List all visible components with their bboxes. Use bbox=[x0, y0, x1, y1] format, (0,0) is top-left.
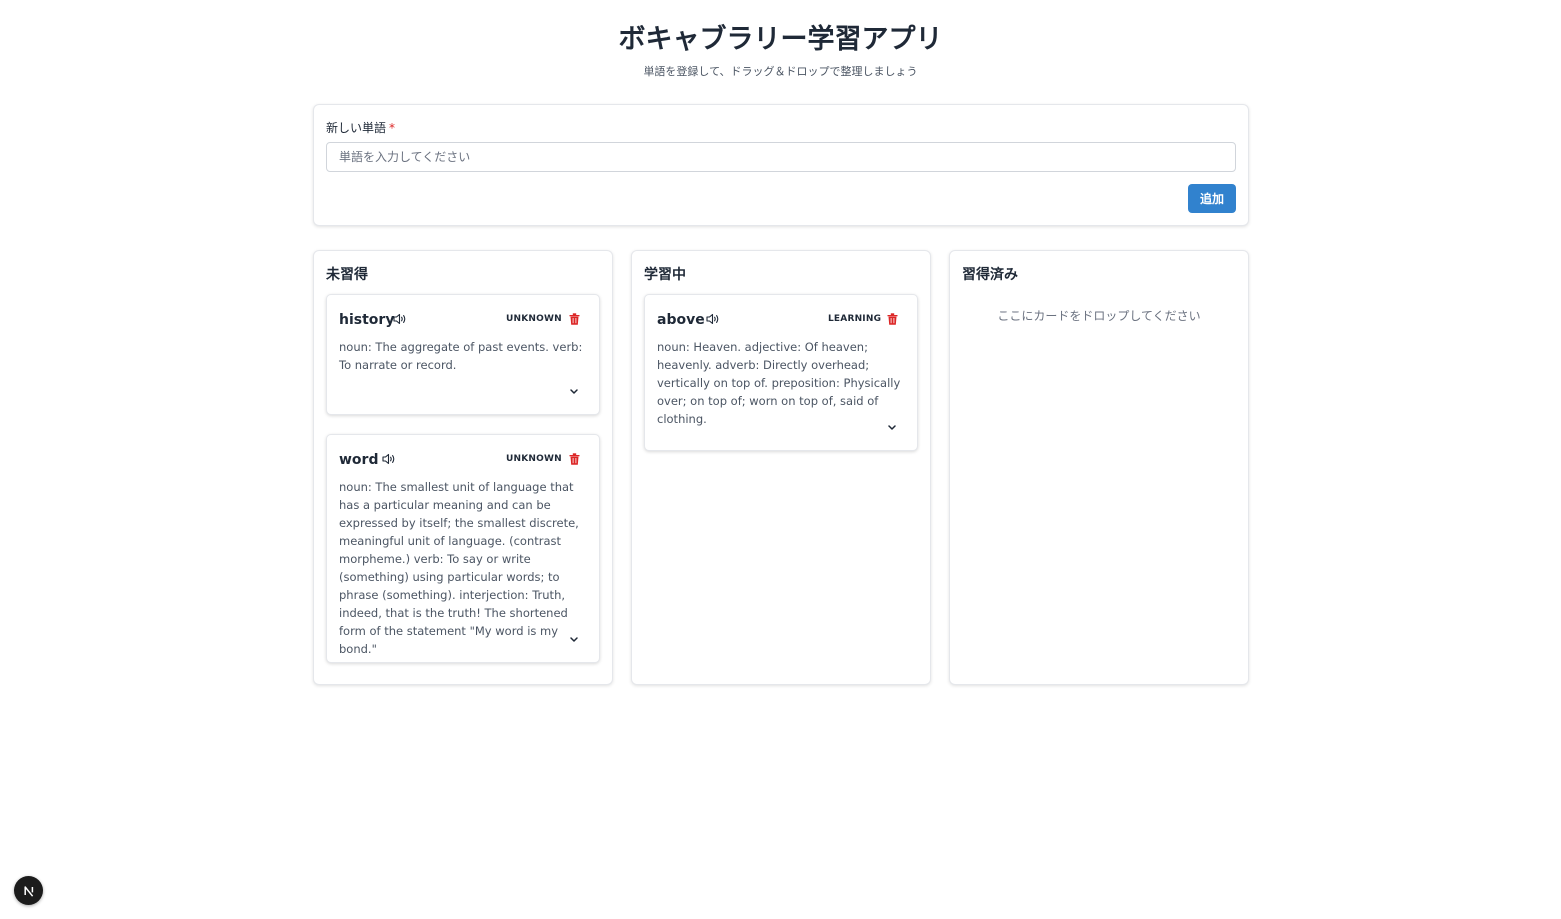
card-definition: noun: The smallest unit of language that… bbox=[339, 480, 579, 656]
word-card[interactable]: above LEARNING noun: Heaven. adjective: … bbox=[644, 294, 918, 451]
trash-icon[interactable] bbox=[569, 313, 580, 325]
new-word-label-text: 新しい単語 bbox=[326, 121, 387, 135]
status-badge: UNKNOWN bbox=[506, 454, 562, 464]
speaker-icon[interactable] bbox=[706, 313, 720, 325]
chevron-down-icon[interactable] bbox=[569, 388, 579, 395]
trash-icon[interactable] bbox=[569, 453, 580, 465]
column-unknown[interactable]: 未習得 history UNKNOWN noun: The aggregate … bbox=[313, 250, 613, 685]
column-title: 習得済み bbox=[962, 267, 1018, 283]
drop-zone-hint: ここにカードをドロップしてください bbox=[997, 309, 1201, 323]
speaker-icon[interactable] bbox=[393, 313, 407, 325]
column-learned[interactable]: 習得済み ここにカードをドロップしてください bbox=[949, 250, 1249, 685]
nextjs-logo-icon[interactable] bbox=[14, 876, 43, 905]
column-title: 未習得 bbox=[326, 267, 368, 283]
new-word-label: 新しい単語 * bbox=[326, 119, 395, 136]
word-card[interactable]: history UNKNOWN noun: The aggregate of p… bbox=[326, 294, 600, 415]
add-word-form: 新しい単語* 追加 bbox=[313, 104, 1249, 226]
required-mark: * bbox=[389, 121, 396, 135]
chevron-down-icon[interactable] bbox=[569, 636, 579, 643]
column-title: 学習中 bbox=[644, 267, 686, 283]
trash-icon[interactable] bbox=[887, 313, 898, 325]
card-word: history bbox=[339, 312, 395, 328]
chevron-down-icon[interactable] bbox=[887, 424, 897, 431]
new-word-input[interactable] bbox=[326, 142, 1236, 172]
card-definition: noun: Heaven. adjective: Of heaven; heav… bbox=[657, 340, 901, 426]
nextjs-n-glyph bbox=[23, 885, 33, 897]
card-word: word bbox=[339, 452, 379, 468]
column-learning[interactable]: 学習中 above LEARNING noun: Heaven. adjecti… bbox=[631, 250, 931, 685]
card-definition: noun: The aggregate of past events. verb… bbox=[339, 340, 583, 372]
status-badge: LEARNING bbox=[828, 314, 882, 324]
word-card[interactable]: word UNKNOWN noun: The smallest unit of … bbox=[326, 434, 600, 663]
page-subtitle: 単語を登録して、ドラッグ＆ドロップで整理しましょう bbox=[643, 65, 918, 78]
status-badge: UNKNOWN bbox=[506, 314, 562, 324]
page-header: ボキャブラリー学習アプリ 単語を登録して、ドラッグ＆ドロップで整理しましょう bbox=[0, 22, 1561, 80]
add-word-button[interactable]: 追加 bbox=[1188, 184, 1236, 213]
page-title: ボキャブラリー学習アプリ bbox=[618, 24, 943, 55]
card-word: above bbox=[657, 312, 705, 328]
speaker-icon[interactable] bbox=[382, 453, 396, 465]
